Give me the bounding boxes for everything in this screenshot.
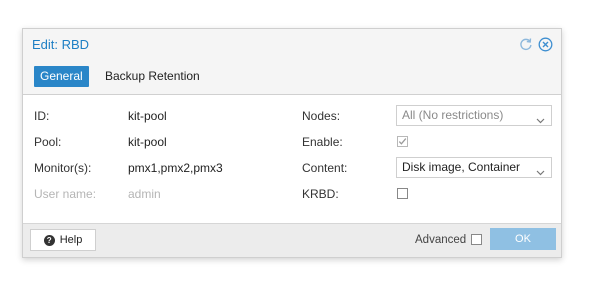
help-label: Help (59, 234, 83, 246)
tab-bar: General Backup Retention (23, 61, 561, 95)
nodes-label: Nodes: (302, 109, 341, 123)
enable-checkbox[interactable] (397, 136, 408, 147)
help-icon: ? (43, 234, 55, 246)
content-value: Disk image, Container (402, 160, 521, 174)
help-button[interactable]: ? Help (30, 229, 96, 251)
krbd-label: KRBD: (302, 187, 339, 201)
tab-general[interactable]: General (34, 66, 89, 87)
dialog-footer: ? Help Advanced OK (23, 223, 561, 257)
id-value: kit-pool (128, 109, 167, 123)
pool-label: Pool: (34, 135, 62, 149)
content-label: Content: (302, 161, 348, 175)
dialog-title: Edit: RBD (32, 37, 90, 52)
form-panel: ID: kit-pool Pool: kit-pool Monitor(s): … (23, 95, 561, 226)
tab-backup-retention[interactable]: Backup Retention (99, 66, 206, 87)
edit-rbd-dialog: Edit: RBD General Backup Retention ID: k… (22, 28, 562, 258)
enable-label: Enable: (302, 135, 343, 149)
monitors-label: Monitor(s): (34, 161, 92, 175)
nodes-placeholder: All (No restrictions) (402, 108, 504, 122)
reset-icon[interactable] (519, 37, 535, 53)
ok-button[interactable]: OK (490, 228, 556, 250)
monitors-value: pmx1,pmx2,pmx3 (128, 161, 223, 175)
pool-value: kit-pool (128, 135, 167, 149)
id-label: ID: (34, 109, 50, 123)
nodes-combo[interactable]: All (No restrictions) (396, 105, 552, 126)
advanced-checkbox[interactable] (471, 234, 482, 245)
krbd-checkbox[interactable] (397, 188, 408, 199)
chevron-down-icon (536, 111, 545, 130)
username-label: User name: (34, 187, 97, 201)
username-value: admin (128, 187, 161, 201)
close-icon[interactable] (538, 37, 554, 53)
dialog-titlebar: Edit: RBD (23, 29, 561, 61)
advanced-label: Advanced (415, 234, 467, 246)
chevron-down-icon (536, 163, 545, 182)
content-combo[interactable]: Disk image, Container (396, 157, 552, 178)
ok-label: OK (515, 233, 531, 245)
